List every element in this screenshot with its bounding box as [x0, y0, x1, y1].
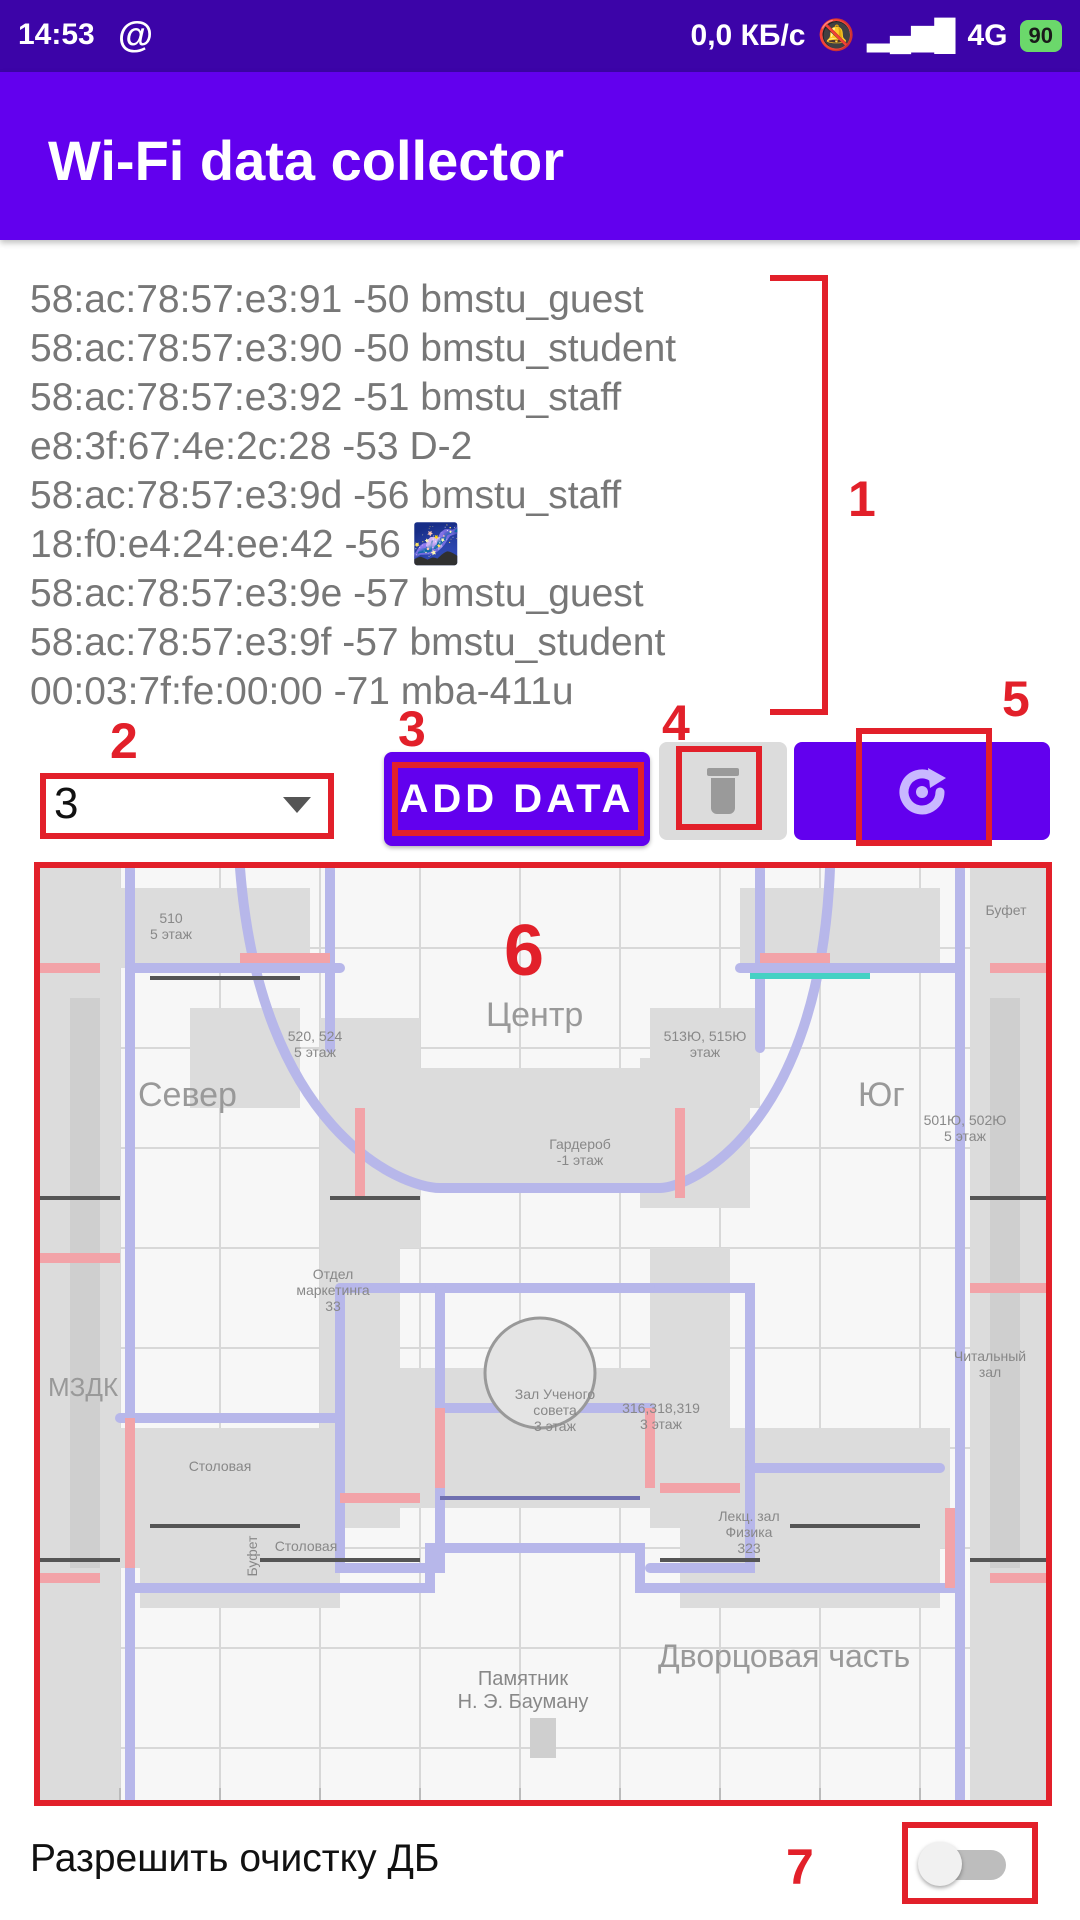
wifi-row: e8:3f:67:4e:2c:28 -53 D-2: [30, 425, 473, 468]
annotation-box-3: [392, 762, 644, 836]
network-speed: 0,0 КБ/с: [690, 18, 806, 52]
annotation-box-6: [34, 862, 1052, 1806]
allow-db-clear-label: Разрешить очистку ДБ: [30, 1837, 440, 1880]
at-icon: @: [118, 14, 154, 55]
annotation-bracket-1: [770, 275, 828, 715]
wifi-row: 58:ac:78:57:e3:9f -57 bmstu_student: [30, 621, 666, 664]
wifi-network-list: 58:ac:78:57:e3:91 -50 bmstu_guest 58:ac:…: [30, 275, 770, 716]
battery-icon: 90: [1019, 19, 1062, 52]
annotation-number-3: 3: [398, 701, 426, 757]
wifi-row: 58:ac:78:57:e3:92 -51 bmstu_staff: [30, 376, 622, 419]
annotation-box-7: [902, 1822, 1038, 1904]
annotation-number-6: 6: [504, 911, 545, 991]
silent-icon: 🔕: [817, 19, 855, 52]
annotation-box-5: [856, 728, 992, 846]
app-bar: Wi-Fi data collector: [0, 72, 1080, 240]
annotation-number-5: 5: [1002, 671, 1030, 727]
annotation-number-7: 7: [786, 1839, 814, 1895]
wifi-row: 58:ac:78:57:e3:9d -56 bmstu_staff: [30, 474, 622, 517]
app-title: Wi-Fi data collector: [48, 129, 565, 192]
annotation-box-4: [676, 746, 762, 830]
annotation-number-2: 2: [110, 713, 138, 769]
status-right: 0,0 КБ/с 🔕 ▂▄▆█ 4G 90: [691, 18, 1062, 53]
annotation-number-1: 1: [848, 471, 876, 527]
status-time: 14:53: [18, 18, 95, 51]
wifi-row: 58:ac:78:57:e3:90 -50 bmstu_student: [30, 327, 677, 370]
signal-icon: ▂▄▆█: [866, 19, 956, 52]
network-type: 4G: [967, 18, 1008, 52]
wifi-row: 58:ac:78:57:e3:91 -50 bmstu_guest: [30, 278, 644, 321]
status-bar: 14:53 @ 0,0 КБ/с 🔕 ▂▄▆█ 4G 90: [0, 0, 1080, 72]
annotation-box-2: [40, 773, 334, 839]
wifi-row: 58:ac:78:57:e3:9e -57 bmstu_guest: [30, 572, 644, 615]
annotation-number-4: 4: [662, 695, 690, 751]
wifi-row: 18:f0:e4:24:ee:42 -56 🌌: [30, 523, 461, 566]
